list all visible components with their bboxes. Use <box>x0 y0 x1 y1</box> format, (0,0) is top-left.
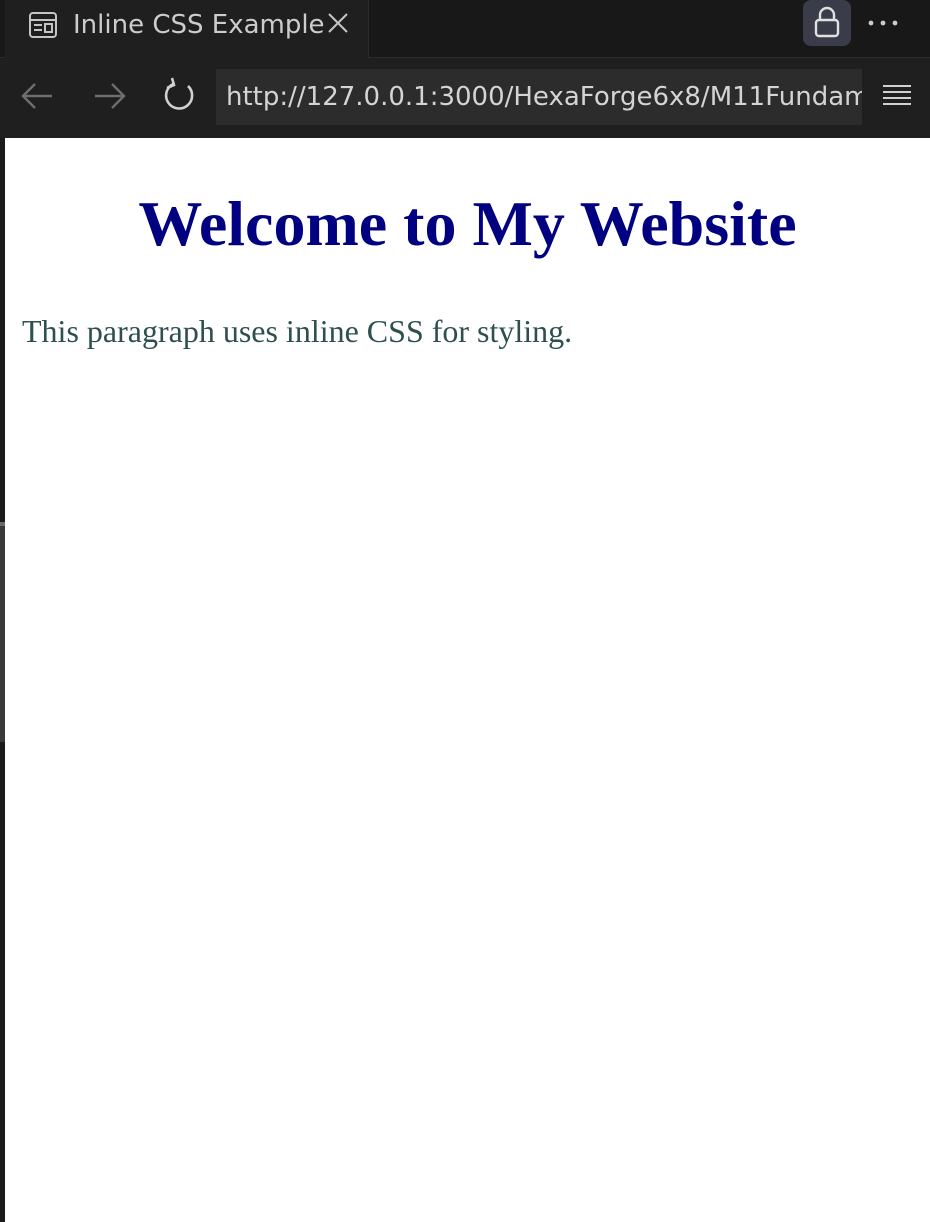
preview-icon <box>28 11 58 39</box>
menu-icon <box>883 85 911 105</box>
page-viewport: Welcome to My Website This paragraph use… <box>5 138 930 1222</box>
lock-icon <box>814 6 840 38</box>
reload-button[interactable] <box>160 76 200 116</box>
tab-title: Inline CSS Example <box>73 10 325 40</box>
arrow-right-icon <box>95 83 126 109</box>
tab-bar: Inline CSS Example <box>0 0 930 58</box>
close-icon[interactable] <box>325 10 351 36</box>
back-button[interactable] <box>18 76 58 116</box>
forward-button[interactable] <box>89 76 129 116</box>
reload-icon <box>164 77 194 110</box>
page-heading: Welcome to My Website <box>138 188 797 259</box>
more-icon <box>868 20 898 26</box>
arrow-left-icon <box>21 83 52 109</box>
navigation-bar: http://127.0.0.1:3000/HexaForge6x8/M11Fu… <box>0 58 930 138</box>
browser-window: Inline CSS Example http://127.0.0.1:3000… <box>0 0 930 1222</box>
page-paragraph: This paragraph uses inline CSS for styli… <box>22 313 573 349</box>
url-field[interactable]: http://127.0.0.1:3000/HexaForge6x8/M11Fu… <box>216 69 862 125</box>
lock-button[interactable] <box>803 0 851 46</box>
more-actions-button[interactable] <box>863 4 903 42</box>
tab-inline-css-example[interactable]: Inline CSS Example <box>5 0 369 58</box>
menu-button[interactable] <box>880 80 914 114</box>
